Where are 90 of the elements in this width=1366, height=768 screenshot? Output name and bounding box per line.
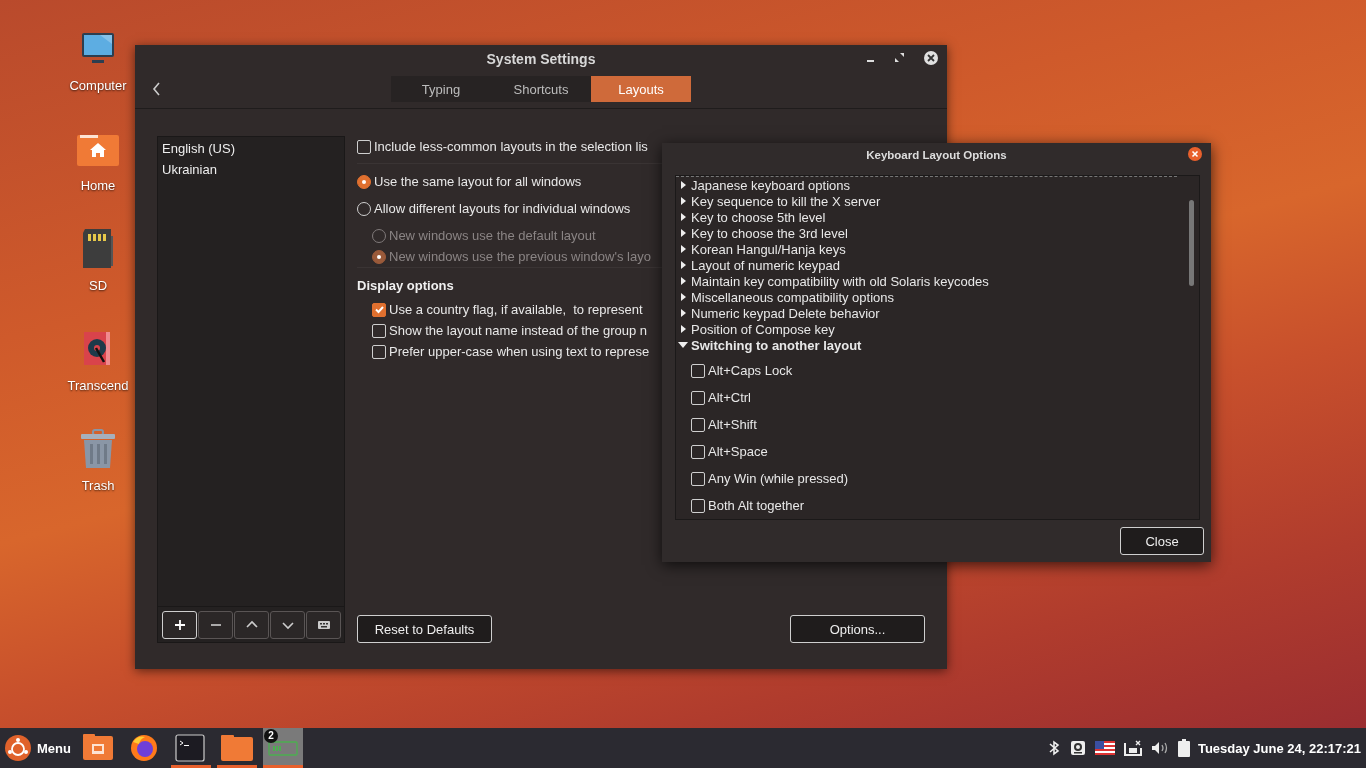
tree-item[interactable]: Japanese keyboard options <box>691 177 850 193</box>
icon-label[interactable]: Computer <box>69 78 127 93</box>
window-title: System Settings <box>486 50 596 67</box>
icon-label[interactable]: Trash <box>81 478 115 493</box>
section-heading: Display options <box>357 277 454 295</box>
expander-icon[interactable] <box>679 324 687 334</box>
expander-icon[interactable] <box>677 340 689 350</box>
option-label: Allow different layouts for individual windows <box>374 201 631 216</box>
checkbox[interactable] <box>691 390 705 405</box>
tree-item[interactable]: Key to choose 5th level <box>691 209 826 225</box>
option-label: Show the layout name instead of the group n <box>389 323 647 338</box>
flag-icon[interactable] <box>1094 741 1115 755</box>
option-label: New windows use the previous window's layo <box>389 249 651 264</box>
tab[interactable]: Typing <box>391 76 491 102</box>
list-item[interactable]: English (US) <box>158 138 344 159</box>
reset-button[interactable]: Reset to Defaults <box>357 615 492 643</box>
add-button[interactable] <box>162 611 197 639</box>
monitor-icon[interactable] <box>80 32 116 66</box>
up-button[interactable] <box>234 611 269 639</box>
network-icon[interactable] <box>1123 740 1142 756</box>
checkbox[interactable] <box>357 139 371 154</box>
dialog-title: Keyboard Layout Options <box>866 149 1007 161</box>
option-label: Any Win (while pressed) <box>708 471 849 486</box>
sd-card-icon[interactable] <box>82 228 114 270</box>
options-button[interactable]: Options... <box>790 615 925 643</box>
chevron-down-icon <box>281 619 294 631</box>
expander-icon[interactable] <box>679 228 687 238</box>
checkbox[interactable] <box>691 471 705 486</box>
checkbox[interactable] <box>691 417 705 432</box>
checkbox[interactable] <box>372 344 386 359</box>
close-button[interactable] <box>1188 147 1202 161</box>
taskbar-button[interactable]: 2 <box>262 728 303 768</box>
option-label: Alt+Caps Lock <box>708 363 793 378</box>
webcam-icon[interactable] <box>1069 740 1086 756</box>
home-folder-icon[interactable] <box>77 132 119 166</box>
checkbox[interactable] <box>691 363 705 378</box>
expander-icon[interactable] <box>679 308 687 318</box>
down-button[interactable] <box>270 611 305 639</box>
maximize-button[interactable] <box>894 52 906 64</box>
option-label: Alt+Shift <box>708 417 757 432</box>
close-button[interactable] <box>923 50 939 66</box>
battery-icon[interactable] <box>1177 739 1190 757</box>
icon-label[interactable]: Transcend <box>67 378 129 393</box>
tree-item[interactable]: Korean Hangul/Hanja keys <box>691 241 846 257</box>
tree-item[interactable]: Numeric keypad Delete behavior <box>691 305 880 321</box>
count-badge: 2 <box>263 729 278 743</box>
option-label: Prefer upper-case when using text to represe <box>389 344 650 359</box>
plus-icon <box>173 619 186 631</box>
radio-button[interactable] <box>357 174 371 189</box>
expander-icon[interactable] <box>679 244 687 254</box>
terminal-icon <box>173 732 208 764</box>
tree-item[interactable]: Switching to another layout <box>691 337 862 353</box>
expander-icon[interactable] <box>679 292 687 302</box>
checkbox[interactable] <box>372 323 386 338</box>
option-label: Alt+Ctrl <box>708 390 751 405</box>
tree-item[interactable]: Layout of numeric keypad <box>691 257 840 273</box>
expander-icon[interactable] <box>679 196 687 206</box>
menu-logo-icon <box>5 735 31 761</box>
tree-item[interactable]: Key to choose the 3rd level <box>691 225 848 241</box>
close-button[interactable]: Close <box>1120 527 1204 555</box>
expander-icon[interactable] <box>679 260 687 270</box>
option-label: Include less-common layouts in the selection lis <box>374 139 648 154</box>
tree-item[interactable]: Miscellaneous compatibility options <box>691 289 895 305</box>
checkbox[interactable] <box>691 498 705 513</box>
tree-item[interactable]: Maintain key compatibility with old Solaris keycodes <box>691 273 989 289</box>
menu-button[interactable]: Menu <box>0 728 71 768</box>
disc-book-icon[interactable] <box>84 332 112 366</box>
folder-icon <box>219 732 254 764</box>
option-label: New windows use the default layout <box>389 228 596 243</box>
tree-item[interactable]: Position of Compose key <box>691 321 835 337</box>
list-item[interactable]: Ukrainian <box>158 159 344 180</box>
option-label: Use the same layout for all windows <box>374 174 582 189</box>
tab[interactable]: Shortcuts <box>491 76 591 102</box>
icon-label[interactable]: Home <box>80 178 116 193</box>
expander-icon[interactable] <box>679 212 687 222</box>
option-label: Alt+Space <box>708 444 768 459</box>
remove-button[interactable] <box>198 611 233 639</box>
tab[interactable]: Layouts <box>591 76 691 102</box>
icon-label[interactable]: SD <box>88 278 108 293</box>
keyboard-button[interactable] <box>306 611 341 639</box>
expander-icon[interactable] <box>679 180 687 190</box>
keyboard-icon <box>317 619 330 631</box>
option-label: Both Alt together <box>708 498 805 513</box>
tree-item[interactable]: Key sequence to kill the X server <box>691 193 881 209</box>
volume-icon[interactable] <box>1150 740 1169 756</box>
checkbox[interactable] <box>372 302 386 317</box>
expander-icon[interactable] <box>679 276 687 286</box>
checkbox[interactable] <box>691 444 705 459</box>
clock[interactable]: Tuesday June 24, 22:17:21 <box>1197 740 1361 756</box>
option-label: Use a country flag, if available, to represent <box>389 302 643 317</box>
